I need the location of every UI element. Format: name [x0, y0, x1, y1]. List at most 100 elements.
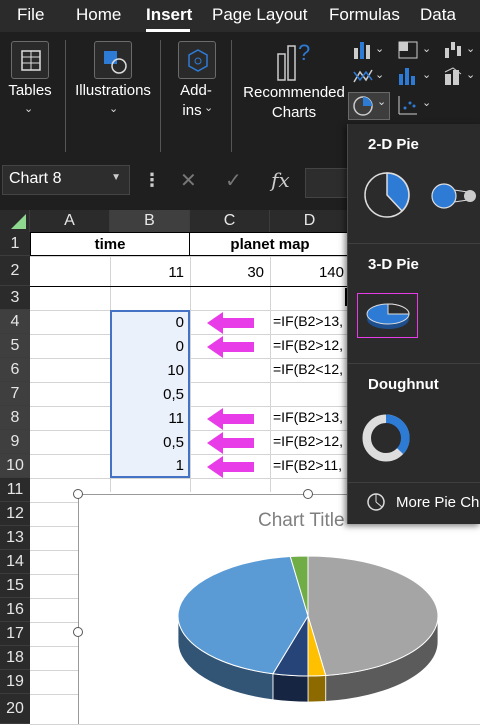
pie-slice-side-2[interactable]: [272, 673, 309, 703]
chevron-down-icon[interactable]: ⌄: [375, 68, 384, 81]
resize-handle[interactable]: [73, 489, 83, 499]
row-header-1[interactable]: 1: [0, 232, 30, 256]
line-chart-icon[interactable]: [352, 66, 374, 86]
border-line: [30, 286, 350, 287]
chevron-down-icon[interactable]: ⌄: [422, 68, 431, 81]
row-header-5[interactable]: 5: [0, 334, 30, 358]
chart-title[interactable]: Chart Title: [258, 510, 345, 532]
pie-of-pie-option[interactable]: [430, 182, 480, 210]
cell-d2[interactable]: 140: [270, 256, 350, 286]
cell-d10[interactable]: =IF(B2>11,: [273, 457, 353, 473]
row-header-6[interactable]: 6: [0, 358, 30, 382]
row-header-4[interactable]: 4: [0, 310, 30, 334]
pie-2d-option[interactable]: [362, 170, 412, 220]
enter-icon[interactable]: ✓: [225, 168, 242, 193]
row-header-19[interactable]: 19: [0, 670, 30, 694]
row-header-14[interactable]: 14: [0, 550, 30, 574]
select-all-corner[interactable]: [0, 210, 30, 232]
row-header-18[interactable]: 18: [0, 646, 30, 670]
tab-data[interactable]: Data: [420, 5, 456, 25]
row-header-16[interactable]: 16: [0, 598, 30, 622]
cell-b6[interactable]: 10: [110, 359, 190, 383]
row-header-15[interactable]: 15: [0, 574, 30, 598]
cell-b5[interactable]: 0: [110, 335, 190, 359]
insert-function-button[interactable]: fx: [271, 168, 290, 192]
row-header-3[interactable]: 3: [0, 286, 30, 310]
more-pie-charts-link[interactable]: More Pie Cha: [396, 494, 480, 511]
cell-d6[interactable]: =IF(B2<12,: [273, 361, 353, 377]
row-header-17[interactable]: 17: [0, 622, 30, 646]
pie-slice-side-1[interactable]: [307, 675, 327, 703]
chevron-down-icon[interactable]: ⌄: [24, 102, 33, 115]
chevron-down-icon[interactable]: ⌄: [377, 95, 386, 108]
column-header-c[interactable]: C: [190, 210, 270, 232]
cell-b8[interactable]: 11: [110, 407, 190, 431]
row-header-7[interactable]: 7: [0, 382, 30, 406]
row-header-2[interactable]: 2: [0, 256, 30, 286]
waterfall-chart-icon[interactable]: [443, 40, 465, 60]
row-header-8[interactable]: 8: [0, 406, 30, 430]
column-chart-icon[interactable]: [352, 40, 374, 60]
cell-d8[interactable]: =IF(B2>13,: [273, 409, 353, 425]
name-box[interactable]: Chart 8 ▼: [2, 165, 130, 195]
more-options-icon[interactable]: ⋮: [143, 170, 161, 191]
header-planet-map[interactable]: planet map: [190, 232, 350, 256]
chevron-down-icon[interactable]: ⌄: [466, 42, 475, 55]
pointer-arrow: [207, 312, 223, 334]
cell-b9[interactable]: 0,5: [110, 431, 190, 455]
illustrations-icon[interactable]: [94, 41, 132, 79]
cell-b10[interactable]: 1: [110, 455, 190, 477]
combo-chart-icon[interactable]: [443, 66, 465, 86]
chevron-down-icon[interactable]: ⌄: [466, 68, 475, 81]
tab-formulas[interactable]: Formulas: [329, 5, 400, 25]
cell-d4[interactable]: =IF(B2>13,: [273, 313, 353, 329]
row-header-10[interactable]: 10: [0, 454, 30, 478]
recommended-charts-icon[interactable]: ?: [276, 40, 316, 82]
chevron-down-icon[interactable]: ⌄: [204, 101, 213, 114]
ribbon-divider: [231, 40, 232, 152]
name-box-value: Chart 8: [9, 170, 62, 187]
scatter-chart-icon[interactable]: [397, 94, 419, 116]
doughnut-option[interactable]: [362, 414, 412, 464]
tab-home[interactable]: Home: [76, 5, 121, 25]
chevron-down-icon[interactable]: ▼: [111, 172, 121, 183]
tables-icon[interactable]: [11, 41, 49, 79]
tab-file[interactable]: File: [17, 5, 44, 25]
column-header-d[interactable]: D: [270, 210, 350, 232]
chevron-down-icon[interactable]: ⌄: [109, 102, 118, 115]
tables-button[interactable]: Tables: [6, 82, 54, 99]
tab-page-layout[interactable]: Page Layout: [212, 5, 307, 25]
add-ins-label[interactable]: Add-: [170, 82, 222, 99]
header-time[interactable]: time: [30, 232, 190, 256]
column-header-b[interactable]: B: [110, 210, 190, 232]
column-header-a[interactable]: A: [30, 210, 110, 232]
chevron-down-icon[interactable]: ⌄: [422, 42, 431, 55]
cell-b7[interactable]: 0,5: [110, 383, 190, 407]
row-header-13[interactable]: 13: [0, 526, 30, 550]
chevron-down-icon[interactable]: ⌄: [375, 42, 384, 55]
cancel-icon[interactable]: ✕: [180, 168, 197, 193]
row-header-20[interactable]: 20: [0, 694, 30, 724]
row-header-11[interactable]: 11: [0, 478, 30, 502]
cell-d5[interactable]: =IF(B2>12,: [273, 337, 353, 353]
hierarchy-chart-icon[interactable]: [397, 40, 419, 60]
cell-b2[interactable]: 11: [110, 256, 190, 286]
row-header-9[interactable]: 9: [0, 430, 30, 454]
statistic-chart-icon[interactable]: [397, 66, 419, 86]
illustrations-button[interactable]: Illustrations: [72, 82, 154, 99]
add-ins-icon[interactable]: [178, 41, 216, 79]
dropdown-divider: [348, 482, 480, 483]
pie-3d-option[interactable]: [363, 301, 413, 331]
recommended-charts-button[interactable]: Recommended: [240, 84, 348, 101]
svg-text:?: ?: [298, 40, 310, 65]
row-header-12[interactable]: 12: [0, 502, 30, 526]
cell-b4[interactable]: 0: [110, 311, 190, 335]
resize-handle[interactable]: [303, 489, 313, 499]
cell-d9[interactable]: =IF(B2>12,: [273, 433, 353, 449]
cell-c2[interactable]: 30: [190, 256, 270, 286]
recommended-charts-label-2[interactable]: Charts: [240, 104, 348, 121]
chevron-down-icon[interactable]: ⌄: [422, 96, 431, 109]
resize-handle[interactable]: [73, 627, 83, 637]
tab-insert[interactable]: Insert: [146, 5, 192, 25]
pie-chart[interactable]: [150, 540, 450, 724]
